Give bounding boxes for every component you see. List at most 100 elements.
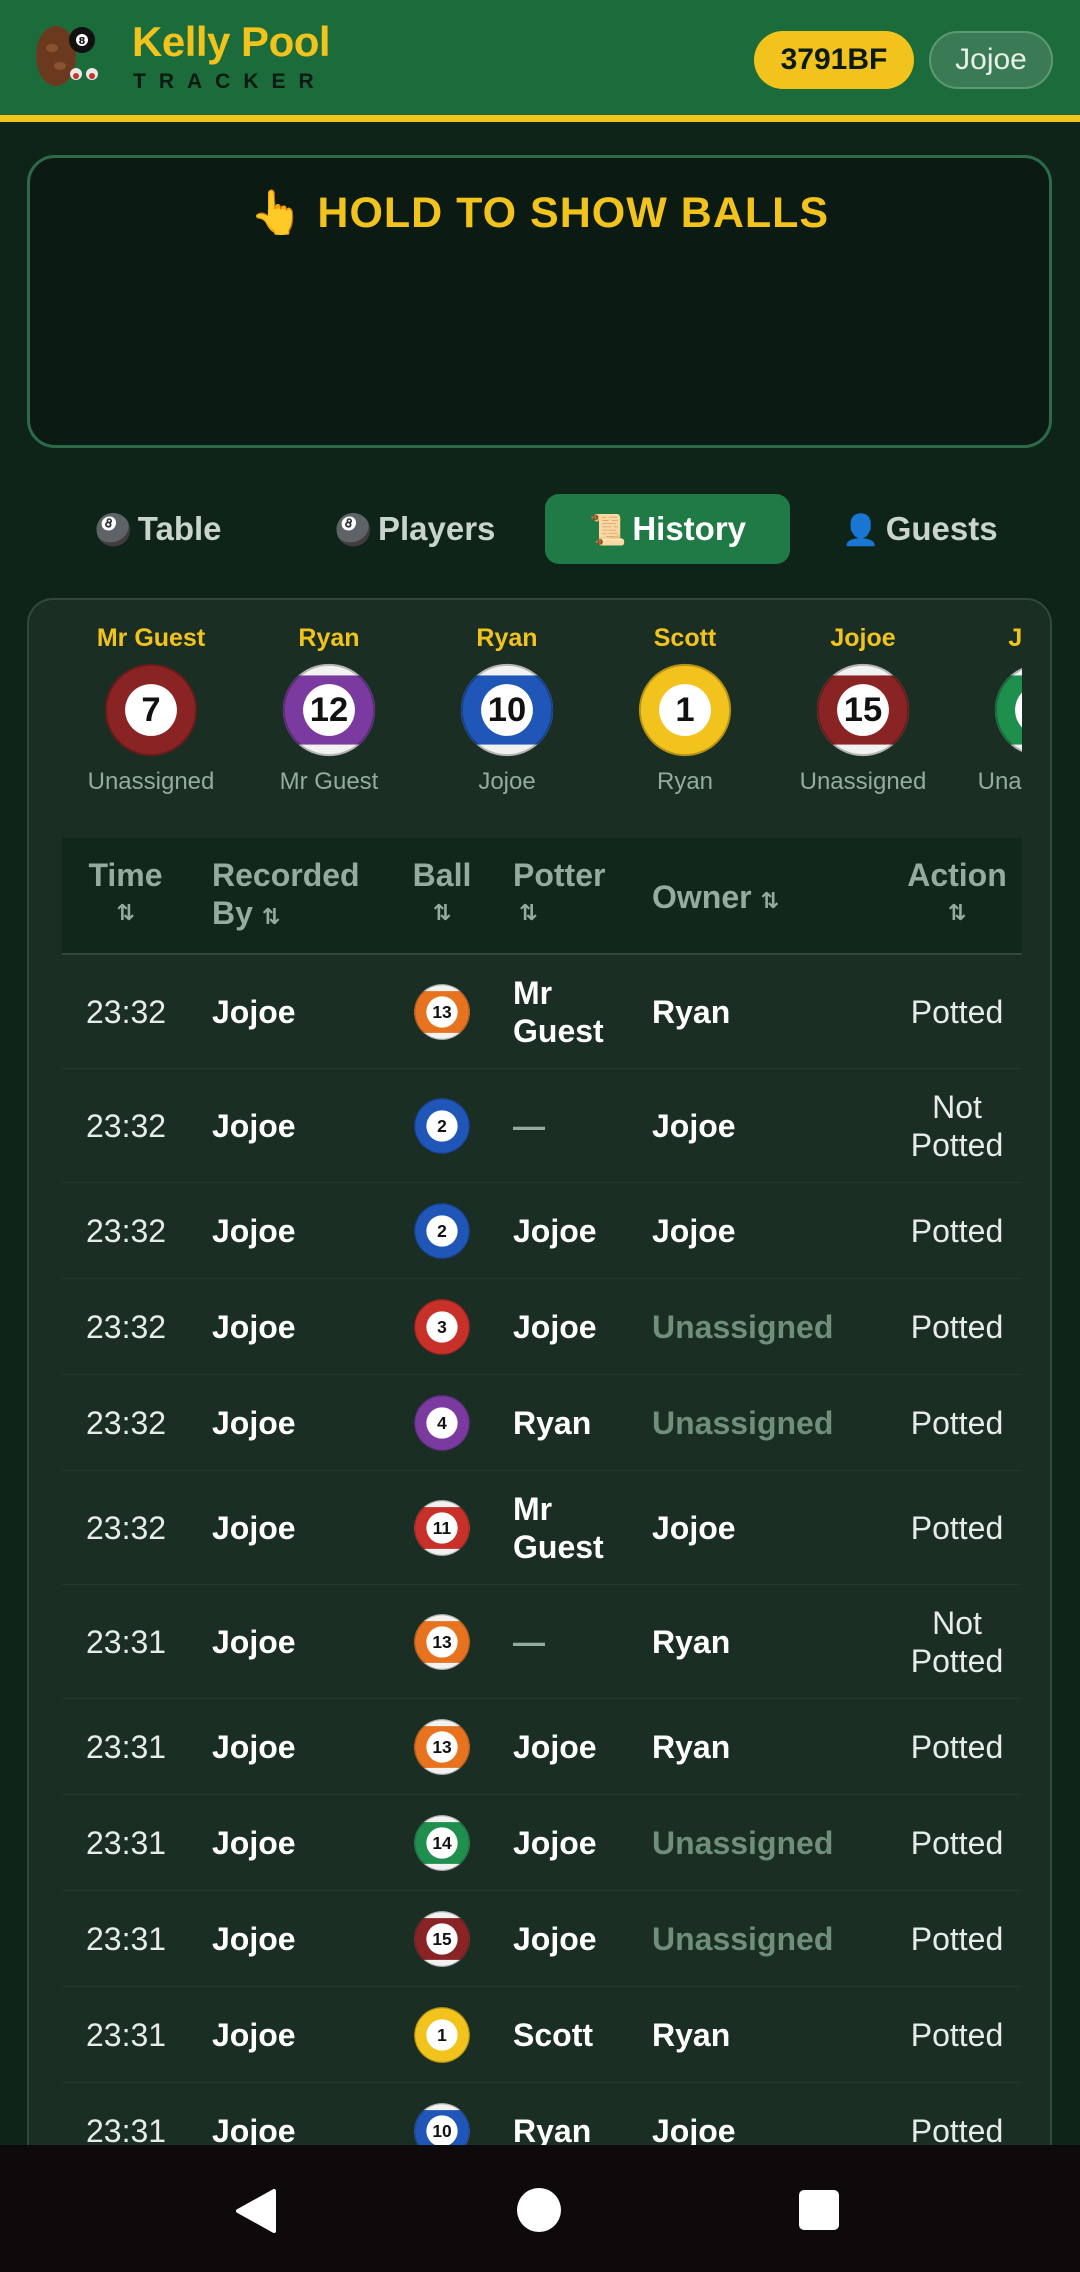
- header-recorded-label: Recorded: [212, 857, 360, 893]
- header-ball[interactable]: Ball ⇅: [412, 856, 472, 932]
- pool-ball-13-icon: 13: [414, 1719, 470, 1775]
- time-cell: 23:31: [86, 1825, 167, 1861]
- tab-table[interactable]: 🎱 Table: [60, 494, 256, 564]
- ball-number: 13: [432, 1002, 452, 1022]
- potter-cell: Jojoe: [513, 1212, 597, 1250]
- action-cell: Not Potted: [892, 1604, 1022, 1680]
- recent-pots-strip[interactable]: Mr Guest 7 Unassigned Ryan 12 Mr Guest Ryan 10 J…: [62, 620, 1022, 820]
- sort-icon: ⇅: [947, 900, 967, 925]
- table-row[interactable]: 23:32 Jojoe 13 Mr Guest Ryan Potted: [62, 955, 1022, 1069]
- header-owner[interactable]: Owner ⇅: [652, 878, 779, 920]
- table-row[interactable]: 23:31 Jojoe 13 — Ryan Not Potted: [62, 1585, 1022, 1699]
- table-row[interactable]: 23:31 Jojoe 15 Jojoe Unassigned Potted: [62, 1891, 1022, 1987]
- table-row[interactable]: 23:32 Jojoe 4 Ryan Unassigned Potted: [62, 1375, 1022, 1471]
- back-triangle-icon[interactable]: [232, 2187, 280, 2235]
- recent-pot-item[interactable]: Mr Guest 7 Unassigned: [62, 620, 240, 796]
- pool-ball-11-icon: 11: [414, 1500, 470, 1556]
- pool-ball-3-icon: 3: [414, 1299, 470, 1355]
- sort-icon: ⇅: [432, 900, 452, 925]
- owner-cell: Ryan: [652, 994, 731, 1030]
- ball-number: 1: [675, 691, 694, 729]
- time-cell: 23:32: [86, 1108, 167, 1144]
- table-row[interactable]: 23:31 Jojoe 13 Jojoe Ryan Potted: [62, 1699, 1022, 1795]
- recent-owner-name: Mr Guest: [279, 768, 379, 795]
- potter-line: Mr: [513, 1491, 553, 1527]
- table-row[interactable]: 23:32 Jojoe 11 Mr Guest Jojoe Potted: [62, 1471, 1022, 1585]
- pool-ball-4-icon: 4: [414, 1395, 470, 1451]
- sort-icon: ⇅: [519, 900, 538, 925]
- recent-pot-item[interactable]: Scott 1 Ryan: [596, 620, 774, 796]
- user-button[interactable]: Jojoe: [929, 31, 1053, 89]
- potter-line: —: [513, 1108, 545, 1144]
- potter-line: Jojoe: [513, 1825, 597, 1861]
- recent-owner-name: Unassigned: [87, 768, 215, 795]
- time-cell: 23:32: [86, 1213, 167, 1249]
- action-line: Potted: [910, 1921, 1004, 1957]
- recent-pot-item[interactable]: Jojoe 14 Unassigned: [952, 620, 1022, 796]
- time-cell: 23:32: [86, 1510, 167, 1546]
- recent-potter-name: Scott: [653, 624, 717, 652]
- potter-cell: Mr Guest: [513, 1490, 604, 1566]
- time-cell: 23:31: [86, 1729, 167, 1765]
- tab-history[interactable]: 📜 History: [545, 494, 790, 564]
- action-line: Potted: [910, 1127, 1004, 1163]
- table-row[interactable]: 23:32 Jojoe 3 Jojoe Unassigned Potted: [62, 1279, 1022, 1375]
- recent-ball: 15: [815, 662, 911, 758]
- action-line: Potted: [910, 2017, 1004, 2053]
- ball-cell: 15: [413, 1910, 471, 1968]
- pool-ball-12-icon: 12: [282, 663, 376, 757]
- home-circle-icon[interactable]: [516, 2187, 562, 2233]
- potter-cell: —: [513, 1623, 545, 1661]
- recent-potter-name: Ryan: [298, 624, 360, 652]
- owner-cell: Unassigned: [652, 1309, 834, 1345]
- table-row[interactable]: 23:31 Jojoe 14 Jojoe Unassigned Potted: [62, 1795, 1022, 1891]
- hold-to-show-balls-panel[interactable]: 👆 HOLD TO SHOW BALLS: [27, 155, 1052, 448]
- potter-line: Jojoe: [513, 1921, 597, 1957]
- owner-cell: Ryan: [652, 1729, 731, 1765]
- action-line: Potted: [910, 1213, 1004, 1249]
- ball-cell: 11: [413, 1499, 471, 1557]
- action-cell: Potted: [892, 1308, 1022, 1346]
- header-recorded-by[interactable]: Recorded By ⇅: [212, 856, 360, 936]
- recent-pot-item[interactable]: Ryan 10 Jojoe: [418, 620, 596, 796]
- header-potter[interactable]: Potter ⇅: [513, 856, 605, 932]
- action-cell: Potted: [892, 1212, 1022, 1250]
- potter-cell: Scott: [513, 2016, 593, 2054]
- potter-line: Mr: [513, 975, 553, 1011]
- action-cell: Potted: [892, 2016, 1022, 2054]
- header-time[interactable]: Time ⇅: [88, 856, 163, 932]
- brand-title: Kelly Pool: [132, 18, 331, 65]
- owner-cell: Ryan: [652, 2017, 731, 2053]
- tab-guests[interactable]: 👤 Guests: [830, 494, 1010, 564]
- recent-pot-item[interactable]: Jojoe 15 Unassigned: [774, 620, 952, 796]
- recorded-by-cell: Jojoe: [212, 1510, 296, 1546]
- tab-players[interactable]: 🎱 Players: [300, 494, 530, 564]
- tab-label: Guests: [885, 510, 998, 547]
- recent-pot-item[interactable]: Ryan 12 Mr Guest: [240, 620, 418, 796]
- potter-cell: —: [513, 1107, 545, 1145]
- table-row[interactable]: 23:32 Jojoe 2 Jojoe Jojoe Potted: [62, 1183, 1022, 1279]
- pool-ball-15-icon: 15: [414, 1911, 470, 1967]
- recent-ball: 1: [637, 662, 733, 758]
- ball-number: 1: [437, 2025, 447, 2045]
- owner-cell: Jojoe: [652, 1108, 736, 1144]
- recents-square-icon[interactable]: [798, 2189, 840, 2231]
- time-cell: 23:31: [86, 1921, 167, 1957]
- time-cell: 23:32: [86, 994, 167, 1030]
- owner-cell: Jojoe: [652, 1213, 736, 1249]
- potter-line: Jojoe: [513, 1213, 597, 1249]
- ball-number: 2: [437, 1221, 447, 1241]
- pool-ball-7-icon: 7: [104, 663, 198, 757]
- room-code-badge[interactable]: 3791BF: [754, 31, 914, 89]
- recent-ball: 10: [459, 662, 555, 758]
- ball-cell: 13: [413, 1718, 471, 1776]
- potter-line: —: [513, 1624, 545, 1660]
- svg-text:8: 8: [79, 36, 86, 47]
- ball-number: 7: [141, 691, 160, 729]
- action-line: Potted: [910, 1729, 1004, 1765]
- action-cell: Potted: [892, 993, 1022, 1031]
- table-row[interactable]: 23:32 Jojoe 2 — Jojoe Not Potted: [62, 1069, 1022, 1183]
- recent-potter-name: Ryan: [476, 624, 538, 652]
- header-action[interactable]: Action ⇅: [892, 856, 1022, 932]
- table-row[interactable]: 23:31 Jojoe 1 Scott Ryan Potted: [62, 1987, 1022, 2083]
